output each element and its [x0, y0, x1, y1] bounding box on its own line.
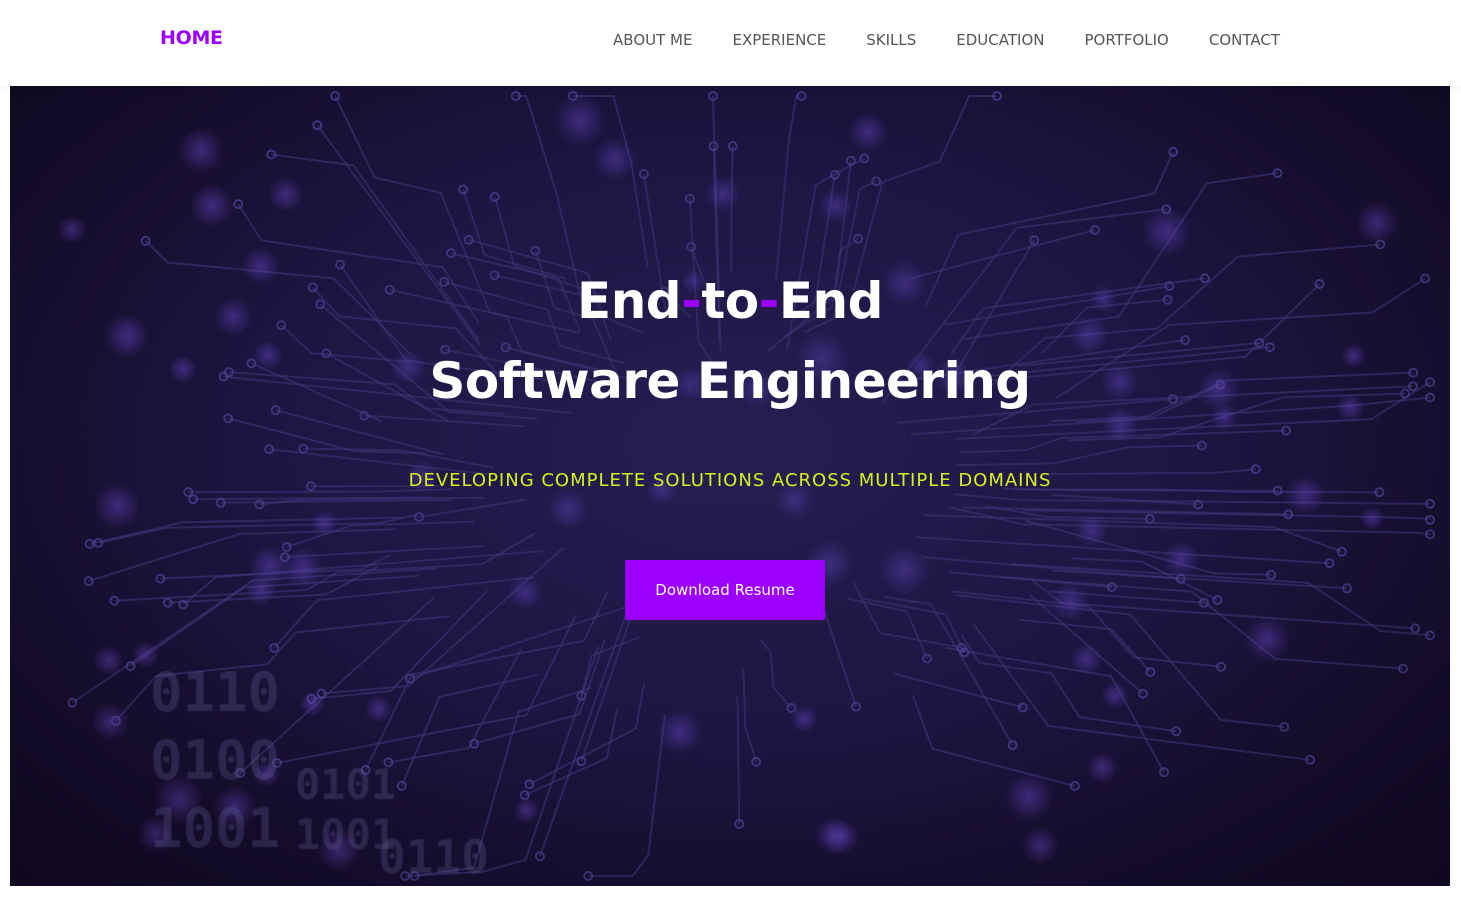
nav-link-experience[interactable]: EXPERIENCE	[732, 31, 826, 49]
binary-text-decoration: 0110	[150, 661, 281, 724]
headline-dash: -	[758, 272, 780, 330]
nav-link-about-me[interactable]: ABOUT ME	[613, 31, 692, 49]
nav-link-contact[interactable]: CONTACT	[1209, 31, 1280, 49]
navbar: HOME ABOUT ME EXPERIENCE SKILLS EDUCATIO…	[0, 0, 1461, 86]
headline-word-end: End	[778, 272, 884, 330]
nav-links: ABOUT ME EXPERIENCE SKILLS EDUCATION POR…	[573, 31, 1280, 49]
nav-brand-home[interactable]: HOME	[160, 27, 223, 49]
download-resume-button[interactable]: Download Resume	[625, 560, 825, 620]
binary-text-decoration: 0110	[378, 830, 489, 884]
hero-headline-line2: Software Engineering	[429, 352, 1031, 410]
nav-link-education[interactable]: EDUCATION	[956, 31, 1044, 49]
binary-text-decoration: 0100	[150, 729, 281, 792]
hero-headline-line1: End-to-End	[10, 272, 1450, 330]
nav-link-portfolio[interactable]: PORTFOLIO	[1084, 31, 1168, 49]
binary-text-decoration: 0101	[295, 760, 397, 809]
nav-link-skills[interactable]: SKILLS	[866, 31, 916, 49]
hero-tagline: DEVELOPING COMPLETE SOLUTIONS ACROSS MUL…	[408, 470, 1052, 491]
headline-word-to: to	[701, 272, 759, 330]
headline-word-end: End	[577, 272, 682, 330]
hero-section: 0110 0100 1001 0101 1001 0110 End-to-End…	[10, 86, 1450, 886]
binary-text-decoration: 1001	[150, 797, 281, 860]
headline-dash: -	[681, 272, 702, 330]
